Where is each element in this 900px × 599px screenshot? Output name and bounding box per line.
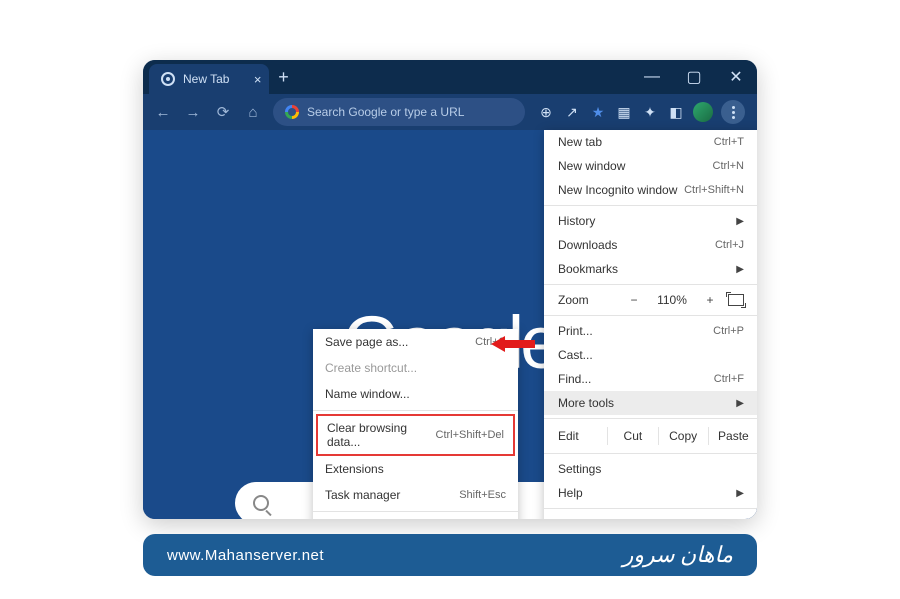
submenu-arrow-icon: ▶ [736, 398, 744, 409]
menu-history[interactable]: History▶ [544, 209, 757, 233]
submenu-task-manager[interactable]: Task managerShift+Esc [313, 482, 518, 508]
back-button[interactable]: ← [149, 98, 177, 126]
zoom-in-button[interactable]: + [702, 293, 718, 307]
menu-cut[interactable]: Cut [607, 427, 657, 445]
submenu-arrow-icon: ▶ [736, 216, 744, 227]
menu-paste[interactable]: Paste [708, 427, 757, 445]
menu-edit-label: Edit [544, 427, 607, 445]
menu-bookmarks[interactable]: Bookmarks▶ [544, 257, 757, 281]
extensions-puzzle-icon[interactable]: ✦ [641, 103, 659, 121]
watermark-banner: www.Mahanserver.net ماهان سرور [143, 534, 757, 576]
banner-url: www.Mahanserver.net [167, 547, 324, 564]
menu-separator [544, 453, 757, 454]
submenu-arrow-icon: ▶ [736, 264, 744, 275]
submenu-arrow-icon: ▶ [736, 488, 744, 499]
extension-icon-1[interactable]: ▦ [615, 103, 633, 121]
zoom-icon[interactable]: ⊕ [537, 103, 555, 121]
tab-title: New Tab [183, 72, 229, 86]
menu-separator [544, 284, 757, 285]
menu-separator [544, 508, 757, 509]
menu-copy[interactable]: Copy [658, 427, 708, 445]
new-tab-button[interactable]: + [269, 60, 297, 94]
menu-separator [313, 410, 518, 411]
menu-separator [544, 205, 757, 206]
menu-new-tab[interactable]: New tabCtrl+T [544, 130, 757, 154]
menu-more-tools[interactable]: More tools▶ [544, 391, 757, 415]
menu-find[interactable]: Find...Ctrl+F [544, 367, 757, 391]
menu-separator [544, 418, 757, 419]
highlight-box: Clear browsing data...Ctrl+Shift+Del [316, 414, 515, 456]
menu-settings[interactable]: Settings [544, 457, 757, 481]
reload-button[interactable]: ⟳ [209, 98, 237, 126]
menu-print[interactable]: Print...Ctrl+P [544, 319, 757, 343]
minimize-button[interactable]: — [631, 60, 673, 94]
chrome-icon [161, 72, 175, 86]
maximize-button[interactable]: ▢ [673, 60, 715, 94]
toolbar: ← → ⟳ ⌂ Search Google or type a URL ⊕ ↗ … [143, 94, 757, 130]
menu-exit[interactable]: Exit [544, 512, 757, 519]
chrome-menu-button[interactable] [721, 100, 745, 124]
submenu-save-page[interactable]: Save page as...Ctrl+S [313, 329, 518, 355]
forward-button[interactable]: → [179, 98, 207, 126]
profile-avatar[interactable] [693, 102, 713, 122]
zoom-value: 110% [652, 293, 692, 307]
google-icon [285, 105, 299, 119]
close-window-button[interactable]: ✕ [715, 60, 757, 94]
annotation-arrow [491, 333, 535, 355]
menu-zoom: Zoom − 110% + [544, 288, 757, 312]
submenu-extensions[interactable]: Extensions [313, 456, 518, 482]
menu-separator [313, 511, 518, 512]
banner-brand: ماهان سرور [623, 542, 733, 568]
toolbar-right: ⊕ ↗ ★ ▦ ✦ ◧ [531, 100, 751, 124]
title-bar: New Tab × + — ▢ ✕ [143, 60, 757, 94]
omnibox[interactable]: Search Google or type a URL [273, 98, 525, 126]
menu-new-window[interactable]: New windowCtrl+N [544, 154, 757, 178]
more-tools-submenu: Save page as...Ctrl+S Create shortcut...… [313, 329, 518, 519]
search-icon [253, 495, 269, 511]
zoom-out-button[interactable]: − [626, 293, 642, 307]
share-icon[interactable]: ↗ [563, 103, 581, 121]
fullscreen-icon[interactable] [728, 294, 744, 306]
menu-help[interactable]: Help▶ [544, 481, 757, 505]
omnibox-placeholder: Search Google or type a URL [307, 105, 464, 119]
submenu-developer-tools[interactable]: Developer toolsCtrl+Shift+I [313, 515, 518, 519]
menu-separator [544, 315, 757, 316]
home-button[interactable]: ⌂ [239, 98, 267, 126]
extension-icon-2[interactable]: ◧ [667, 103, 685, 121]
submenu-name-window[interactable]: Name window... [313, 381, 518, 407]
browser-tab[interactable]: New Tab × [149, 64, 269, 94]
window-controls: — ▢ ✕ [631, 60, 757, 94]
menu-downloads[interactable]: DownloadsCtrl+J [544, 233, 757, 257]
close-tab-icon[interactable]: × [254, 72, 262, 87]
menu-new-incognito[interactable]: New Incognito windowCtrl+Shift+N [544, 178, 757, 202]
chrome-main-menu: New tabCtrl+T New windowCtrl+N New Incog… [544, 130, 757, 519]
menu-edit-row: Edit Cut Copy Paste [544, 422, 757, 450]
bookmark-star-icon[interactable]: ★ [589, 103, 607, 121]
submenu-create-shortcut[interactable]: Create shortcut... [313, 355, 518, 381]
menu-cast[interactable]: Cast... [544, 343, 757, 367]
submenu-clear-browsing-data[interactable]: Clear browsing data...Ctrl+Shift+Del [318, 416, 513, 454]
browser-window: New Tab × + — ▢ ✕ ← → ⟳ ⌂ Search Google … [143, 60, 757, 519]
